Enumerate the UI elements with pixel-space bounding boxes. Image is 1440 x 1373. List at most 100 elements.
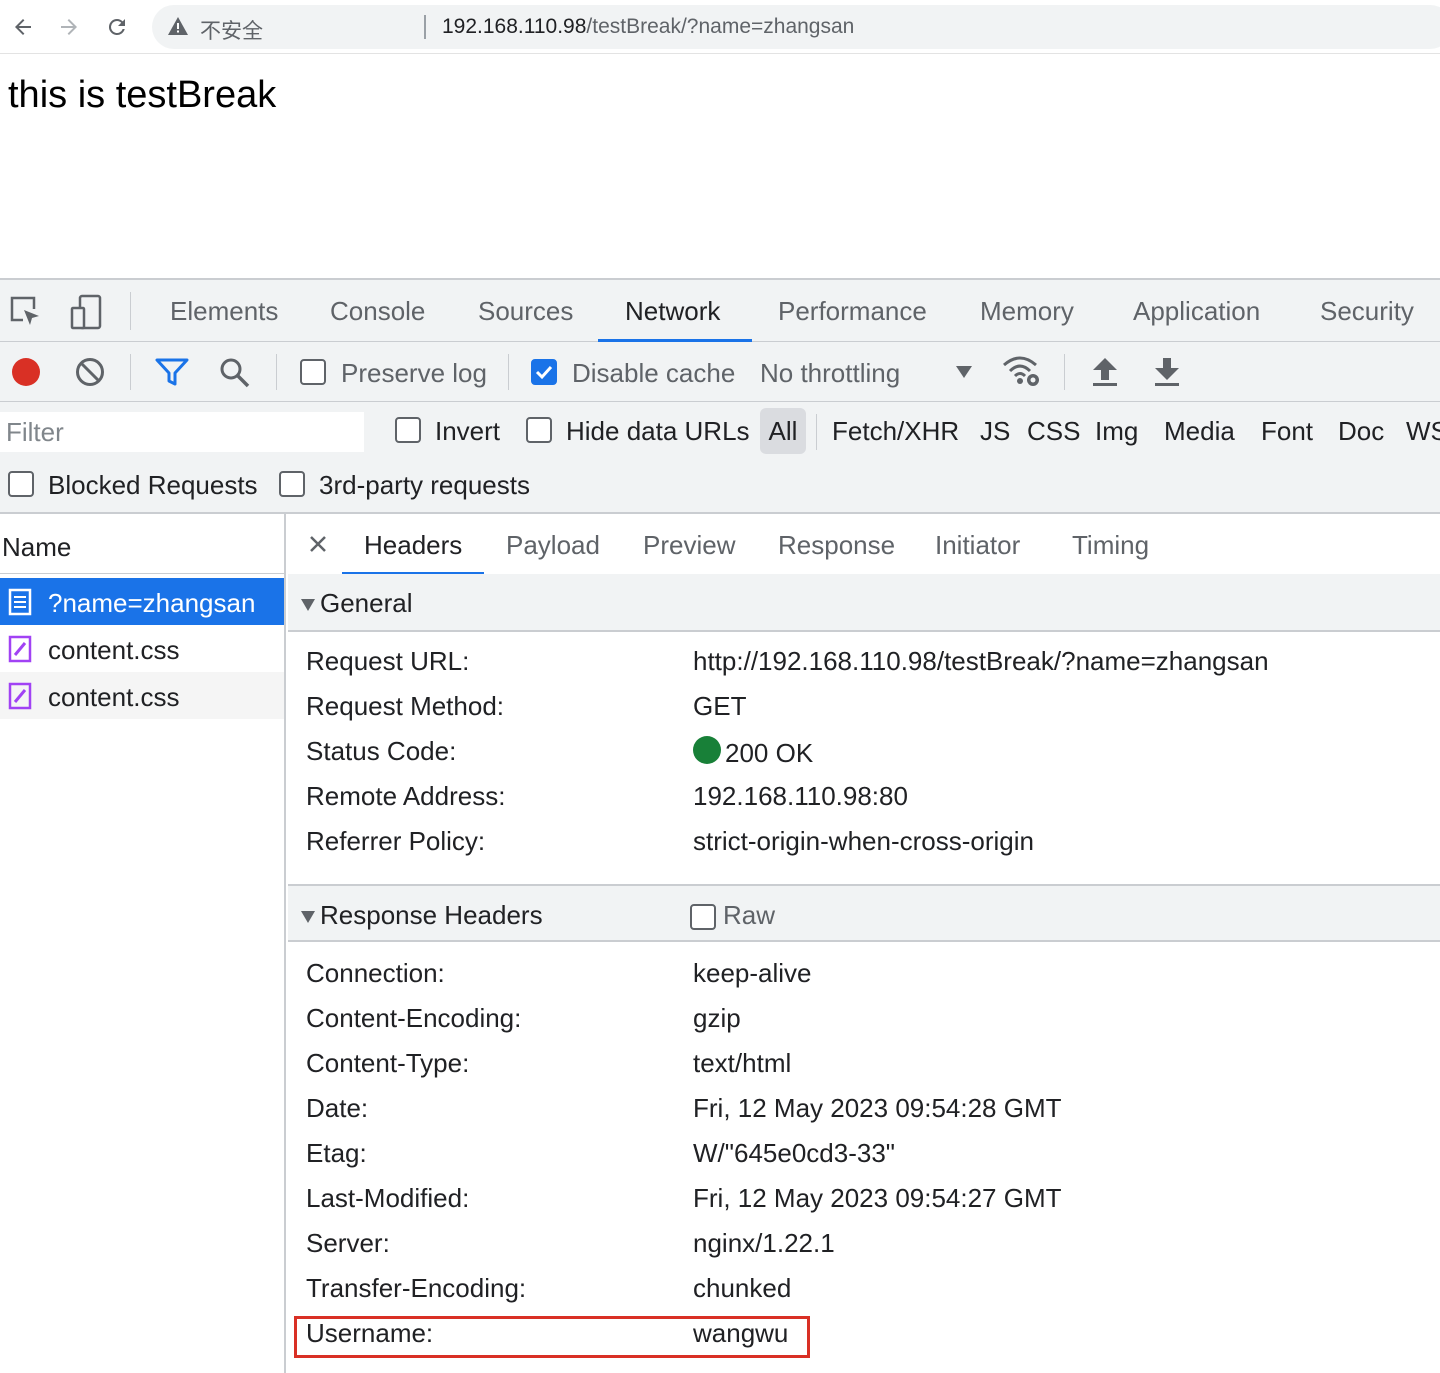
- header-row: Date: Fri, 12 May 2023 09:54:28 GMT: [288, 1087, 1440, 1132]
- name-column-header[interactable]: Name: [0, 514, 284, 574]
- insecure-label[interactable]: 不安全: [200, 15, 263, 45]
- header-value[interactable]: GET: [693, 691, 746, 722]
- request-row[interactable]: content.css: [0, 672, 284, 719]
- stylesheet-icon: [8, 682, 32, 710]
- header-value[interactable]: Fri, 12 May 2023 09:54:28 GMT: [693, 1093, 1062, 1124]
- header-value[interactable]: keep-alive: [693, 958, 812, 989]
- request-name: ?name=zhangsan: [48, 588, 256, 618]
- header-key: Date:: [306, 1093, 369, 1123]
- tab-security[interactable]: Security: [1320, 296, 1414, 327]
- type-filter-ws[interactable]: WS: [1406, 416, 1440, 447]
- clear-button[interactable]: [70, 352, 110, 392]
- type-filter-img[interactable]: Img: [1095, 416, 1138, 447]
- preserve-log-checkbox[interactable]: [300, 359, 326, 385]
- header-key: Etag:: [306, 1138, 367, 1168]
- triangle-down-icon: [301, 599, 315, 611]
- tab-initiator[interactable]: Initiator: [935, 530, 1020, 561]
- record-button[interactable]: [6, 352, 46, 392]
- raw-checkbox[interactable]: [690, 904, 716, 930]
- header-value[interactable]: gzip: [693, 1003, 741, 1034]
- disable-cache-checkbox[interactable]: [531, 359, 557, 385]
- header-key: Referrer Policy:: [306, 826, 486, 856]
- request-row[interactable]: content.css: [0, 625, 284, 672]
- throttling-select[interactable]: No throttling: [760, 358, 900, 389]
- detail-tabbar: Headers Payload Preview Response Initiat…: [288, 514, 1440, 576]
- hide-data-urls-checkbox[interactable]: [526, 417, 552, 443]
- reload-icon: [108, 18, 125, 35]
- tab-timing[interactable]: Timing: [1072, 530, 1149, 561]
- name-column-label: Name: [2, 532, 72, 562]
- status-text: 200 OK: [725, 738, 814, 768]
- tab-preview[interactable]: Preview: [643, 530, 735, 561]
- type-filter-css[interactable]: CSS: [1027, 416, 1080, 447]
- header-value[interactable]: nginx/1.22.1: [693, 1228, 835, 1259]
- forward-button[interactable]: [52, 10, 86, 44]
- toolbar-divider: [508, 354, 509, 390]
- header-row: Content-Encoding: gzip: [288, 997, 1440, 1042]
- tab-application[interactable]: Application: [1133, 296, 1260, 327]
- reload-button[interactable]: [100, 10, 134, 44]
- tab-memory[interactable]: Memory: [980, 296, 1074, 327]
- tab-network[interactable]: Network: [625, 296, 720, 327]
- tab-elements[interactable]: Elements: [170, 296, 278, 327]
- header-value[interactable]: Fri, 12 May 2023 09:54:27 GMT: [693, 1183, 1062, 1214]
- header-value[interactable]: W/"645e0cd3-33": [693, 1138, 895, 1169]
- search-icon: [220, 358, 250, 388]
- header-value[interactable]: chunked: [693, 1273, 791, 1304]
- type-filter-font[interactable]: Font: [1261, 416, 1313, 447]
- type-filter-doc[interactable]: Doc: [1338, 416, 1384, 447]
- type-filter-fetch-xhr[interactable]: Fetch/XHR: [832, 416, 959, 447]
- filter-toggle-button[interactable]: [152, 352, 192, 392]
- blocked-requests-checkbox[interactable]: [8, 471, 34, 497]
- close-detail-button[interactable]: [304, 530, 332, 558]
- import-har-button[interactable]: [1085, 352, 1125, 392]
- response-headers-section-header[interactable]: Response Headers Raw: [288, 884, 1440, 942]
- download-icon: [1155, 358, 1179, 386]
- header-key: Connection:: [306, 958, 445, 988]
- header-key: Content-Encoding:: [306, 1003, 522, 1033]
- url-text[interactable]: 192.168.110.98/testBreak/?name=zhangsan: [442, 15, 854, 39]
- type-filter-js[interactable]: JS: [980, 416, 1010, 447]
- address-bar[interactable]: 不安全 192.168.110.98/testBreak/?name=zhang…: [152, 5, 1440, 49]
- throttling-dropdown[interactable]: [944, 352, 984, 392]
- header-value[interactable]: text/html: [693, 1048, 791, 1079]
- header-key: Request URL:: [306, 646, 470, 676]
- header-key: Server:: [306, 1228, 390, 1258]
- toolbar-divider: [130, 292, 131, 330]
- header-value[interactable]: http://192.168.110.98/testBreak/?name=zh…: [693, 646, 1269, 677]
- header-key: Content-Type:: [306, 1048, 470, 1078]
- upload-icon: [1093, 358, 1117, 386]
- request-row[interactable]: ?name=zhangsan: [0, 578, 284, 625]
- highlight-box: [294, 1316, 810, 1358]
- header-value[interactable]: strict-origin-when-cross-origin: [693, 826, 1034, 857]
- hide-data-urls-label: Hide data URLs: [566, 416, 750, 446]
- device-icon: [70, 294, 102, 330]
- search-button[interactable]: [214, 352, 254, 392]
- tab-performance[interactable]: Performance: [778, 296, 927, 327]
- header-row: Connection: keep-alive: [288, 952, 1440, 997]
- status-value[interactable]: 200 OK: [693, 736, 813, 769]
- export-har-button[interactable]: [1147, 352, 1187, 392]
- tab-headers[interactable]: Headers: [364, 530, 462, 561]
- network-conditions-button[interactable]: [1002, 352, 1042, 392]
- third-party-checkbox[interactable]: [279, 471, 305, 497]
- header-row: Content-Type: text/html: [288, 1042, 1440, 1087]
- warning-icon: [168, 17, 188, 35]
- tab-sources[interactable]: Sources: [478, 296, 573, 327]
- back-button[interactable]: [6, 10, 40, 44]
- general-section-header[interactable]: General: [288, 574, 1440, 632]
- invert-checkbox[interactable]: [395, 417, 421, 443]
- type-filter-all[interactable]: All: [760, 408, 806, 454]
- wifi-settings-icon: [1003, 356, 1039, 386]
- tab-console[interactable]: Console: [330, 296, 425, 327]
- header-key: Last-Modified:: [306, 1183, 470, 1213]
- request-list: Name ?name=zhangsan content.css content.…: [0, 514, 286, 1373]
- type-filter-media[interactable]: Media: [1164, 416, 1235, 447]
- header-row: Server: nginx/1.22.1: [288, 1222, 1440, 1267]
- inspect-element-button[interactable]: [6, 292, 46, 332]
- tab-response[interactable]: Response: [778, 530, 895, 561]
- device-toolbar-button[interactable]: [66, 292, 106, 332]
- filter-input[interactable]: [0, 412, 364, 452]
- header-value[interactable]: 192.168.110.98:80: [693, 781, 908, 812]
- tab-payload[interactable]: Payload: [506, 530, 600, 561]
